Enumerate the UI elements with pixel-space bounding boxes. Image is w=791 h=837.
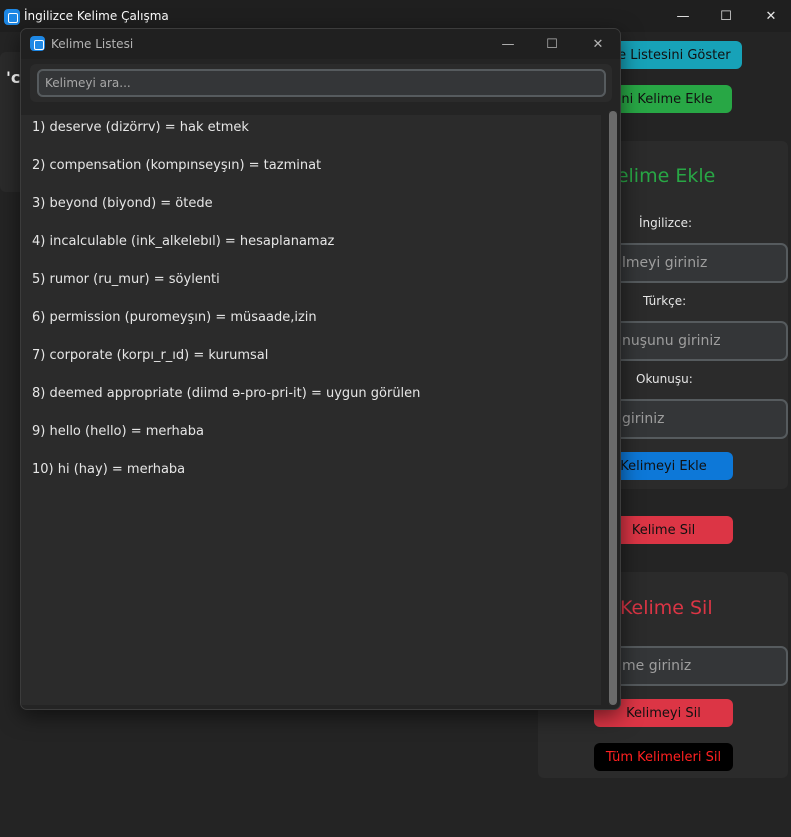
- close-icon: ✕: [592, 36, 604, 52]
- list-item: 4) incalculable (ink_alkelebıl) = hesapl…: [32, 234, 335, 249]
- list-title-bar[interactable]: Kelime Listesi — ☐ ✕: [21, 29, 620, 59]
- pronunciation-input[interactable]: giriniz: [594, 399, 788, 439]
- list-item: 8) deemed appropriate (diimd ə-pro-pri-i…: [32, 386, 421, 401]
- list-item: 5) rumor (ru_mur) = söylenti: [32, 272, 220, 287]
- list-scrollbar[interactable]: [609, 111, 617, 705]
- delete-all-button[interactable]: Tüm Kelimeleri Sil: [594, 743, 733, 771]
- list-maximize-button[interactable]: ☐: [529, 29, 575, 59]
- word-list-window: Kelime Listesi — ☐ ✕ 1) deserve (dizörrv…: [20, 28, 621, 710]
- list-item: 1) deserve (dizörrv) = hak etmek: [32, 120, 249, 135]
- scrollbar-thumb[interactable]: [609, 111, 617, 705]
- list-item: 10) hi (hay) = merhaba: [32, 462, 186, 477]
- app-icon: [4, 9, 20, 25]
- list-item: 7) corporate (korpı_r_ıd) = kurumsal: [32, 348, 269, 363]
- english-label: İngilizce:: [639, 216, 693, 230]
- left-panel-label: 'c: [6, 68, 21, 87]
- word-list: 1) deserve (dizörrv) = hak etmek 2) comp…: [21, 115, 601, 705]
- turkish-label: Türkçe:: [643, 294, 687, 308]
- maximize-icon: ☐: [546, 36, 558, 52]
- pronunciation-label: Okunuşu:: [636, 372, 693, 386]
- list-app-icon: [30, 36, 45, 51]
- list-item: 9) hello (hello) = merhaba: [32, 424, 204, 439]
- main-maximize-button[interactable]: ☐: [703, 0, 749, 32]
- minimize-icon: —: [501, 36, 515, 52]
- list-minimize-button[interactable]: —: [485, 29, 531, 59]
- delete-word-input[interactable]: me giriniz: [594, 646, 788, 686]
- minimize-icon: —: [676, 8, 690, 24]
- list-item: 2) compensation (kompınseyşın) = tazmina…: [32, 158, 322, 173]
- turkish-input[interactable]: nuşunu giriniz: [594, 321, 788, 361]
- close-icon: ✕: [765, 8, 777, 24]
- search-input[interactable]: [37, 69, 606, 97]
- main-window-title: İngilizce Kelime Çalışma: [24, 9, 169, 23]
- list-window-title: Kelime Listesi: [51, 37, 134, 51]
- list-item: 6) permission (puromeyşın) = müsaade,izi…: [32, 310, 317, 325]
- list-close-button[interactable]: ✕: [575, 29, 620, 59]
- main-minimize-button[interactable]: —: [660, 0, 706, 32]
- delete-panel-title: Kelime Sil: [620, 597, 713, 619]
- maximize-icon: ☐: [720, 8, 732, 24]
- main-close-button[interactable]: ✕: [748, 0, 791, 32]
- list-item: 3) beyond (biyond) = ötede: [32, 196, 213, 211]
- english-input[interactable]: lmeyi giriniz: [594, 243, 788, 283]
